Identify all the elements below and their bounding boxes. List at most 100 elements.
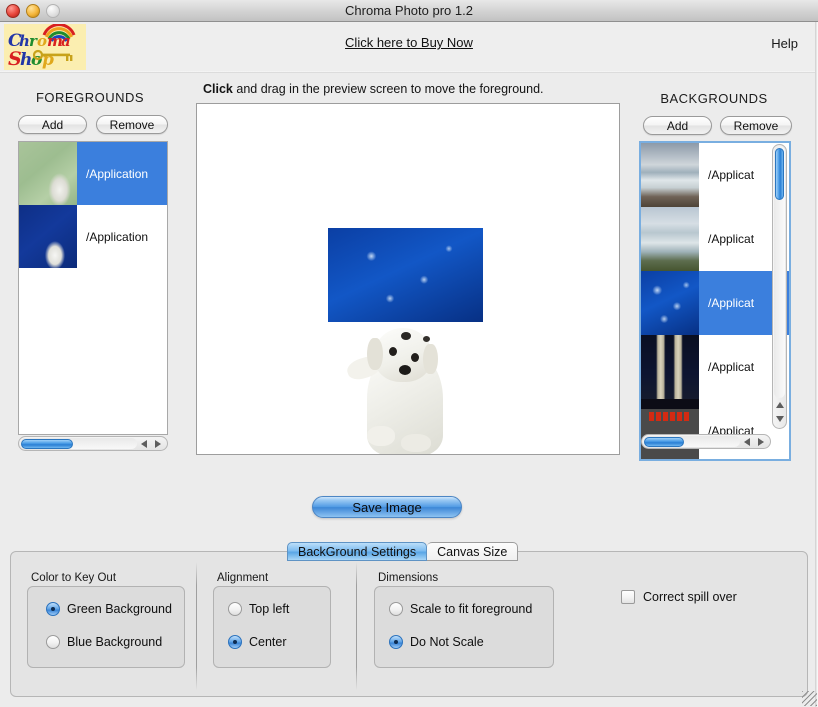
- radio-indicator[interactable]: [389, 602, 403, 616]
- list-item[interactable]: /Applicat: [641, 335, 789, 399]
- list-item-label: /Applicat: [708, 168, 755, 182]
- backgrounds-title: BACKGROUNDS: [660, 91, 768, 106]
- list-item-label: /Application: [86, 166, 149, 181]
- backgrounds-add-button[interactable]: Add: [643, 116, 712, 135]
- background-settings-panel: Color to Key Out Green Background Blue B…: [10, 551, 808, 697]
- preview-hint-bold: Click: [203, 82, 233, 96]
- background-thumbnail: [641, 143, 699, 207]
- background-thumbnail: [641, 207, 699, 271]
- foregrounds-add-button[interactable]: Add: [18, 115, 87, 134]
- list-item[interactable]: /Applicat: [641, 207, 789, 271]
- alignment-label: Alignment: [217, 572, 269, 584]
- foregrounds-list[interactable]: /Application /Application: [18, 141, 168, 435]
- tab-canvas-size[interactable]: Canvas Size: [427, 542, 519, 561]
- foreground-thumbnail: [19, 142, 77, 205]
- dimensions-group: Scale to fit foreground Do Not Scale: [374, 586, 554, 668]
- title-bar: Chroma Photo pro 1.2: [0, 0, 818, 22]
- svg-text:p: p: [42, 50, 54, 70]
- header-separator: [0, 71, 818, 73]
- save-image-button[interactable]: Save Image: [312, 496, 462, 518]
- resize-grip[interactable]: [802, 691, 817, 706]
- panel-divider: [356, 562, 357, 690]
- backgrounds-list[interactable]: /Applicat /Applicat /Applicat /Applicat …: [639, 141, 791, 461]
- list-item-label: /Applicat: [708, 360, 755, 374]
- radio-label: Blue Background: [67, 635, 163, 649]
- scrollbar-thumb[interactable]: [21, 439, 73, 449]
- radio-label: Green Background: [67, 602, 172, 616]
- dog-spot: [401, 332, 411, 340]
- preview-canvas[interactable]: [196, 103, 620, 455]
- list-item[interactable]: /Application: [19, 205, 167, 268]
- radio-indicator[interactable]: [389, 635, 403, 649]
- foreground-thumbnail: [19, 205, 77, 268]
- background-thumbnail: [641, 271, 699, 335]
- app-window: Chroma Photo pro 1.2 C h r o m a S h o p: [0, 0, 818, 707]
- list-item[interactable]: /Applicat: [641, 143, 789, 207]
- scrollbar-arrows[interactable]: [773, 398, 786, 426]
- buy-now-link[interactable]: Click here to Buy Now: [0, 35, 818, 50]
- radio-do-not-scale[interactable]: Do Not Scale: [389, 635, 484, 649]
- radio-indicator[interactable]: [228, 602, 242, 616]
- radio-label: Scale to fit foreground: [410, 602, 533, 616]
- dog-paw: [401, 434, 431, 452]
- scrollbar-arrows[interactable]: [137, 437, 165, 450]
- scroll-right-icon[interactable]: [155, 439, 161, 448]
- list-item[interactable]: /Application: [19, 142, 167, 205]
- scroll-left-icon[interactable]: [141, 439, 147, 448]
- preview-hint-rest: and drag in the preview screen to move t…: [232, 82, 544, 96]
- dog-eye-right: [411, 353, 419, 362]
- list-item-label: /Applicat: [708, 232, 755, 246]
- scrollbar-arrows[interactable]: [740, 435, 768, 448]
- alignment-group: Top left Center: [213, 586, 331, 668]
- radio-green-background[interactable]: Green Background: [46, 602, 172, 616]
- backgrounds-horizontal-scrollbar[interactable]: [641, 434, 771, 449]
- dog-nose: [399, 365, 411, 375]
- preview-background-image: [328, 228, 483, 322]
- dog-ear-right: [423, 344, 438, 374]
- window-title: Chroma Photo pro 1.2: [345, 3, 473, 18]
- correct-spill-over-label: Correct spill over: [643, 590, 737, 604]
- color-to-key-out-label: Color to Key Out: [31, 572, 117, 584]
- list-item[interactable]: /Applicat: [641, 399, 789, 459]
- scroll-down-icon[interactable]: [775, 416, 784, 422]
- backgrounds-remove-button[interactable]: Remove: [720, 116, 792, 135]
- radio-center[interactable]: Center: [228, 635, 287, 649]
- radio-label: Center: [249, 635, 287, 649]
- radio-label: Do Not Scale: [410, 635, 484, 649]
- preview-hint: Click and drag in the preview screen to …: [203, 82, 544, 96]
- correct-spill-over-checkbox-row[interactable]: Correct spill over: [621, 590, 737, 604]
- foregrounds-remove-button[interactable]: Remove: [96, 115, 168, 134]
- app-header: C h r o m a S h o p Click here to Buy No…: [0, 22, 818, 72]
- preview-foreground-image[interactable]: [339, 322, 454, 454]
- background-thumbnail: [641, 399, 699, 459]
- background-thumbnail: [641, 335, 699, 399]
- scrollbar-thumb[interactable]: [775, 148, 784, 200]
- scrollbar-thumb[interactable]: [644, 437, 684, 447]
- list-item-label: /Applicat: [708, 296, 755, 310]
- foregrounds-horizontal-scrollbar[interactable]: [18, 436, 168, 451]
- radio-scale-to-fit-foreground[interactable]: Scale to fit foreground: [389, 602, 532, 616]
- scroll-right-icon[interactable]: [758, 437, 764, 446]
- radio-label: Top left: [249, 602, 290, 616]
- scroll-left-icon[interactable]: [744, 437, 750, 446]
- backgrounds-vertical-scrollbar[interactable]: [772, 144, 787, 429]
- help-button[interactable]: Help: [771, 36, 798, 51]
- scroll-up-icon[interactable]: [775, 402, 784, 408]
- tab-background-settings[interactable]: BackGround Settings: [287, 542, 428, 561]
- correct-spill-over-checkbox[interactable]: [621, 590, 635, 604]
- radio-top-left[interactable]: Top left: [228, 602, 289, 616]
- color-to-key-out-group: Green Background Blue Background: [27, 586, 185, 668]
- list-item-label: /Application: [86, 229, 149, 244]
- radio-blue-background[interactable]: Blue Background: [46, 635, 162, 649]
- radio-indicator[interactable]: [228, 635, 242, 649]
- radio-indicator[interactable]: [46, 635, 60, 649]
- dog-ear-left: [367, 338, 383, 370]
- settings-tabbar[interactable]: BackGround Settings Canvas Size: [287, 542, 519, 561]
- list-item[interactable]: /Applicat: [641, 271, 789, 335]
- dog-eye-left: [389, 347, 397, 356]
- radio-indicator[interactable]: [46, 602, 60, 616]
- dimensions-label: Dimensions: [378, 572, 439, 584]
- dog-spot: [423, 336, 430, 342]
- panel-divider: [196, 562, 197, 690]
- dog-paw: [367, 426, 395, 446]
